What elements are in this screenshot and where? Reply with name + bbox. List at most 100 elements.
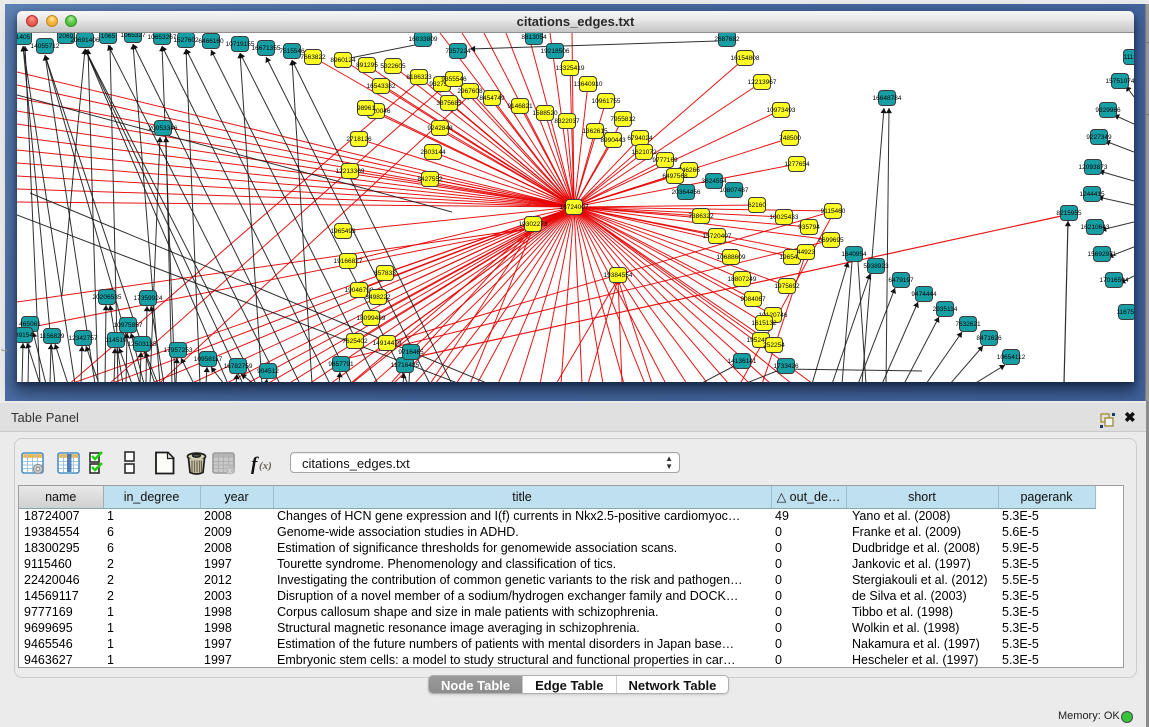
svg-text:6497568: 6497568 [662,173,688,180]
svg-text:9146821: 9146821 [507,103,533,110]
svg-text:748500: 748500 [779,135,801,142]
svg-text:2967608: 2967608 [457,88,483,95]
svg-text:10958117: 10958117 [194,356,223,363]
svg-text:10719155: 10719155 [226,41,255,48]
svg-text:2935114: 2935114 [933,306,958,313]
svg-text:2803144: 2803144 [420,149,446,156]
svg-text:10961755: 10961755 [592,98,621,105]
svg-text:10654112: 10654112 [997,354,1026,361]
svg-text:904512: 904512 [257,368,279,375]
svg-text:18099489: 18099489 [357,315,386,322]
svg-text:1527602: 1527602 [173,37,199,44]
svg-text:9777169: 9777169 [652,157,678,164]
svg-text:8454749: 8454749 [479,95,505,102]
svg-text:7955812: 7955812 [610,116,636,123]
svg-text:9115460: 9115460 [821,208,846,215]
svg-text:9857791: 9857791 [328,361,354,368]
svg-text:16782759: 16782759 [224,363,253,370]
svg-text:6699695: 6699695 [818,237,844,244]
svg-text:3624554: 3624554 [701,178,727,185]
svg-text:14136141: 14136141 [728,358,757,365]
svg-text:1588520: 1588520 [532,110,558,117]
svg-text:1362615: 1362615 [582,128,608,135]
svg-text:857833: 857833 [374,270,396,277]
svg-text:9227349: 9227349 [1086,134,1112,141]
svg-text:16210643: 16210643 [1081,224,1110,231]
svg-text:12093873: 12093873 [1079,164,1108,171]
svg-text:7625402: 7625402 [342,338,368,345]
svg-text:2687682: 2687682 [714,36,740,43]
svg-text:891295: 891295 [356,62,378,69]
svg-text:20053346: 20053346 [149,125,178,132]
svg-text:12342757: 12342757 [69,335,98,342]
svg-text:5938923: 5938923 [863,263,889,270]
svg-text:44923: 44923 [797,249,815,256]
svg-text:16033809: 16033809 [409,36,438,43]
svg-text:8813054: 8813054 [521,34,547,41]
svg-text:114519: 114519 [105,337,127,344]
svg-text:3875685: 3875685 [436,100,462,107]
svg-text:39154: 39154 [17,332,33,339]
svg-text:f: f [251,454,259,475]
svg-text:1244415: 1244415 [1079,191,1105,198]
svg-text:8960124: 8960124 [330,57,356,64]
svg-text:11125: 11125 [1123,54,1134,61]
svg-text:62160: 62160 [748,202,766,209]
svg-text:6479197: 6479197 [888,277,914,284]
svg-text:11716485: 11716485 [391,362,420,369]
svg-text:1065: 1065 [101,33,116,40]
svg-text:18724007: 18724007 [560,204,589,211]
svg-text:8471626: 8471626 [976,335,1002,342]
svg-text:1065327: 1065327 [120,33,146,39]
svg-text:6466160: 6466160 [198,38,224,45]
svg-text:10688609: 10688609 [717,254,746,261]
svg-text:7663822: 7663822 [300,54,326,61]
svg-text:15692971: 15692971 [1088,251,1117,258]
svg-text:17359924: 17359924 [134,295,163,302]
svg-text:(x): (x) [259,460,272,472]
svg-text:7357224: 7357224 [445,48,471,55]
svg-text:116753: 116753 [1116,309,1134,316]
svg-text:9084067: 9084067 [740,296,766,303]
svg-text:935794: 935794 [798,224,820,231]
svg-text:6794024: 6794024 [627,135,653,142]
svg-text:10807487: 10807487 [720,187,749,194]
svg-text:10025433: 10025433 [770,214,799,221]
svg-text:12503135: 12503135 [128,341,157,348]
svg-text:1975692: 1975692 [774,283,800,290]
svg-text:20691406: 20691406 [71,37,100,44]
svg-text:1615132: 1615132 [751,320,777,327]
svg-text:13325419: 13325419 [556,65,585,72]
svg-text:10973493: 10973493 [767,107,796,114]
svg-text:98961: 98961 [357,105,375,112]
svg-text:12213967: 12213967 [748,79,777,86]
svg-text:19302273: 19302273 [519,221,548,228]
svg-text:252254: 252254 [763,342,785,349]
svg-text:x: x [228,468,232,475]
svg-text:7386322: 7386322 [688,213,714,220]
svg-text:12213369: 12213369 [336,168,365,175]
svg-text:7632621: 7632621 [955,321,981,328]
svg-text:8186323: 8186323 [406,74,432,81]
svg-text:9242848: 9242848 [427,125,453,132]
svg-text:17957253: 17957253 [164,347,193,354]
svg-text:9329966: 9329966 [1095,107,1121,114]
svg-text:1965493: 1965493 [330,228,356,235]
svg-text:1733426: 1733426 [773,363,799,370]
svg-text:20364456: 20364456 [672,189,701,196]
svg-text:8322037: 8322037 [554,118,580,125]
svg-text:2718126: 2718126 [346,136,372,143]
svg-text:14914479: 14914479 [373,340,402,347]
svg-text:10975857: 10975857 [114,322,143,329]
svg-text:8990443: 8990443 [600,137,626,144]
svg-text:19218506: 19218506 [541,48,570,55]
svg-text:1640954: 1640954 [841,251,867,258]
svg-text:9474444: 9474444 [911,291,937,298]
svg-text:1277654: 1277654 [784,161,810,168]
svg-text:17016504: 17016504 [1100,277,1129,284]
svg-text:3498222: 3498222 [365,294,391,301]
svg-text:1156829: 1156829 [40,333,65,340]
svg-text:18807249: 18807249 [728,276,757,283]
svg-text:16648784: 16648784 [873,95,902,102]
svg-text:16543382: 16543382 [367,83,396,90]
